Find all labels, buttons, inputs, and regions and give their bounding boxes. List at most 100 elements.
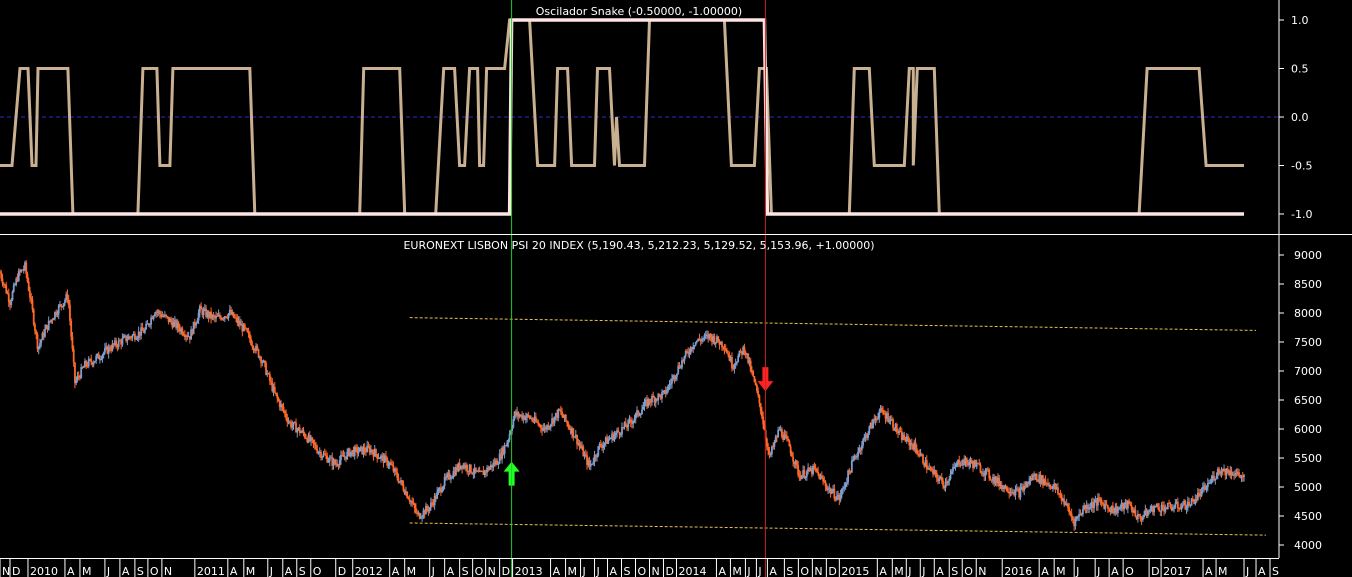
candle-body [283, 411, 286, 413]
candle-body [528, 415, 531, 419]
candle-body [270, 380, 272, 382]
candle-body [694, 341, 697, 346]
candle-body [336, 463, 339, 466]
candle-body [984, 469, 987, 476]
candle-body [671, 378, 673, 384]
candle-body [792, 456, 795, 462]
candle-body [281, 404, 284, 407]
candle-body [182, 334, 185, 336]
x-tick-label: J [596, 565, 600, 577]
candle-body [753, 375, 756, 382]
candle-body [248, 333, 251, 340]
candle-body [734, 363, 737, 365]
candle-body [770, 446, 773, 455]
candle-body [321, 456, 324, 458]
candle-body [614, 432, 617, 435]
price-tick-label: 8500 [1294, 278, 1322, 291]
candle-body [37, 346, 40, 350]
candle-body [758, 395, 761, 404]
candle-body [666, 390, 668, 394]
candle-body [609, 438, 612, 440]
candle-body [30, 297, 33, 300]
candle-body [1146, 511, 1149, 516]
candle-body [632, 420, 635, 424]
candle-body [152, 315, 155, 319]
candle-body [1209, 482, 1212, 484]
x-tick-label: N [488, 565, 496, 577]
candle-body [357, 451, 360, 454]
candle-body [66, 294, 69, 300]
resistance-trendline [409, 317, 1257, 331]
candle-body [761, 411, 763, 417]
x-tick-label: 2014 [678, 565, 706, 577]
chart-frame: N D 2010 A M J A S O N 2011 A M J A S O D 2012 A M J A S O N D 2013… [0, 0, 1352, 577]
candle-body [1230, 470, 1233, 476]
candle-body [572, 428, 575, 437]
candle-body [1098, 497, 1101, 500]
candle-body [282, 406, 285, 412]
candle-body [197, 312, 200, 321]
candle-body [327, 461, 330, 463]
candle-body [446, 474, 449, 478]
x-tick-label: J [1096, 565, 1100, 577]
price-tick-label: 5500 [1294, 452, 1322, 465]
candle-body [313, 443, 316, 445]
candle-body [934, 470, 937, 473]
candle-body [1153, 507, 1155, 513]
candle-body [749, 360, 752, 371]
x-tick-label: J [746, 565, 750, 577]
candle-body [265, 363, 267, 375]
candle-body [882, 409, 884, 414]
x-tick-label: A [285, 565, 293, 577]
candle-body [1154, 506, 1157, 508]
candle-body [358, 447, 361, 452]
candle-body [584, 454, 587, 456]
candle-body [785, 435, 788, 439]
candle-body [667, 385, 670, 391]
x-tick-label: 2016 [1004, 565, 1032, 577]
candle-body [47, 320, 50, 330]
candle-body [1080, 514, 1083, 516]
candle-body [449, 478, 452, 480]
candle-body [733, 364, 736, 369]
candle-body [568, 427, 571, 429]
x-tick-label: J [1075, 565, 1079, 577]
candle-body [1005, 485, 1008, 492]
x-tick-label: O [150, 565, 159, 577]
candle-body [1181, 504, 1184, 507]
candle-body [17, 270, 20, 281]
candle-body [350, 451, 352, 457]
x-tick-label: A [718, 565, 726, 577]
candle-body [621, 426, 623, 435]
candle-body [411, 501, 414, 504]
candle-body [1174, 503, 1177, 508]
candle-body [965, 457, 968, 463]
candle-body [202, 309, 205, 315]
candle-body [683, 355, 686, 361]
candle-body [1161, 504, 1164, 507]
x-tick-label: A [67, 565, 75, 577]
candle-body [1052, 485, 1054, 489]
x-tick-label: M [407, 565, 417, 577]
candle-body [752, 371, 755, 376]
candle-body [1243, 474, 1245, 477]
price-tick-label: 7000 [1294, 365, 1322, 378]
candle-body [512, 419, 515, 428]
candle-body [564, 414, 567, 421]
candle-body [11, 291, 14, 301]
candle-body [979, 465, 982, 473]
candle-body [4, 284, 6, 286]
candle-body [596, 455, 598, 458]
candle-body [22, 268, 25, 271]
candle-body [678, 365, 681, 368]
candle-body [212, 314, 215, 317]
osc-tick-label: 0.0 [1291, 111, 1309, 124]
candle-body [181, 328, 184, 335]
x-tick-label: S [137, 565, 144, 577]
candle-body [251, 344, 254, 347]
candle-body [275, 392, 277, 395]
candle-body [1176, 501, 1179, 508]
candle-body [75, 379, 78, 384]
oscillator-title: Oscilador Snake (-0.50000, -1.00000) [536, 5, 742, 18]
candle-body [227, 313, 230, 318]
